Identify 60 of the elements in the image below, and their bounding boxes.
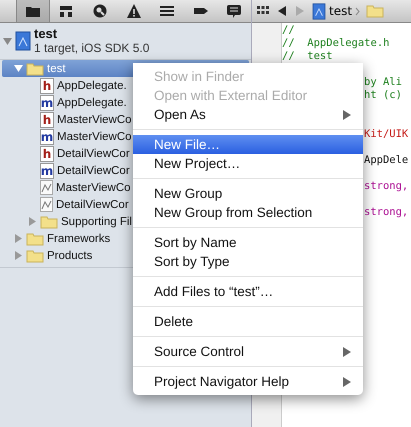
file-name: Frameworks [47,232,110,244]
forward-arrow-icon [294,5,306,17]
folder-icon [366,4,384,18]
folder-icon [26,248,44,262]
project-icon [15,31,31,51]
menu-item[interactable]: New Project… [133,154,363,173]
code-line: // test [282,50,333,63]
menu-item[interactable]: Source Control [133,342,363,361]
file-name: Products [47,250,92,262]
source-file-icon: m [40,128,54,144]
project-icon [312,2,326,20]
file-name: MasterViewCo [57,130,132,142]
file-name: DetailViewCor [56,198,129,210]
file-name: DetailViewCor [57,148,130,160]
interface-file-icon [40,180,53,195]
folder-icon [26,232,44,246]
source-file-icon: m [40,94,54,110]
code-line: ht (c) [364,89,402,102]
menu-item[interactable]: Add Files to “test”… [133,282,363,301]
menu-item[interactable]: Sort by Type [133,252,363,271]
code-line: strong, [364,180,408,193]
code-line: // [282,24,295,37]
header-file-icon: h [40,146,54,162]
menu-item[interactable]: Open As [133,105,363,124]
project-subtitle: 1 target, iOS SDK 5.0 [34,41,150,55]
folder-icon [40,214,58,228]
menu-item[interactable]: New File… [133,135,363,154]
navigator-tab[interactable] [16,0,50,22]
disclosure-down-icon[interactable] [3,36,12,46]
back-arrow-icon [276,5,288,17]
project-name: test [34,27,58,41]
chevron-right-icon [355,6,360,16]
menu-item[interactable]: New Group from Selection [133,203,363,222]
code-line: by Ali [364,76,402,89]
folder-icon [26,62,44,76]
code-line: // AppDelegate.h [282,37,390,50]
menu-item[interactable]: Project Navigator Help [133,372,363,391]
search-icon [90,2,109,20]
breadcrumb[interactable]: test [329,4,352,18]
file-name: MasterViewCo [56,182,131,194]
code-line: AppDele [364,154,408,167]
menu-item[interactable]: Delete [133,312,363,331]
header-file-icon: h [40,112,54,128]
header-file-icon: h [40,78,54,94]
interface-file-icon [40,197,53,212]
speech-bubble-icon [225,2,244,20]
menu-item[interactable]: Sort by Name [133,233,363,252]
back-button[interactable] [276,5,288,17]
file-name: Supporting Fil [61,216,132,228]
file-name: test [47,62,66,74]
file-name: DetailViewCor [57,164,130,176]
code-line: Kit/UIK [364,128,408,141]
source-file-icon: m [40,162,54,178]
file-name: AppDelegate. [57,80,127,92]
file-name: AppDelegate. [57,96,127,108]
file-name: MasterViewCo [57,114,132,126]
warning-icon [124,2,143,20]
menu-item[interactable]: New Group [133,184,363,203]
code-line: strong, [364,206,408,219]
disclosure-down-icon[interactable] [14,64,23,73]
